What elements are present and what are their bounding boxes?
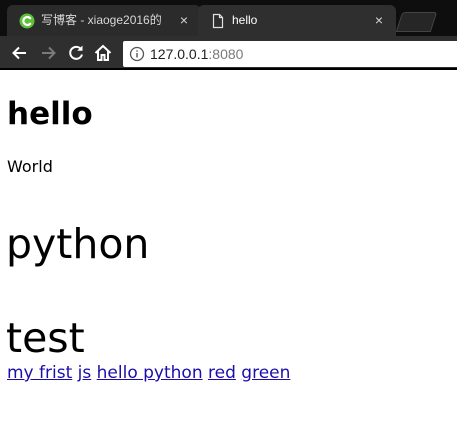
reload-button[interactable]	[65, 42, 87, 64]
tab-strip: 写博客 - xiaoge2016的 × hello ×	[0, 0, 457, 36]
forward-icon	[42, 46, 56, 60]
tab-csdn[interactable]: 写博客 - xiaoge2016的 ×	[7, 5, 201, 36]
reload-icon	[69, 45, 83, 60]
back-button[interactable]	[9, 42, 31, 64]
home-button[interactable]	[92, 42, 114, 64]
tab-title: 写博客 - xiaoge2016的	[41, 13, 162, 27]
link-hello-python[interactable]: hello python	[97, 363, 203, 383]
address-bar[interactable]: 127.0.0.1:8080	[123, 41, 457, 67]
close-icon[interactable]: ×	[177, 5, 191, 36]
tab-title: hello	[232, 13, 258, 27]
link-my-frist[interactable]: my frist	[7, 363, 72, 383]
csdn-icon	[19, 13, 35, 29]
python-text: python	[6, 220, 150, 268]
browser-toolbar: 127.0.0.1:8080	[0, 36, 457, 70]
forward-button[interactable]	[37, 42, 59, 64]
close-icon[interactable]: ×	[372, 5, 386, 36]
new-tab-button[interactable]	[395, 12, 438, 32]
page-heading: hello	[7, 96, 93, 132]
link-red[interactable]: red	[208, 363, 236, 383]
link-list: my frist js hello python red green	[7, 362, 290, 384]
tab-hello[interactable]: hello ×	[198, 5, 396, 36]
page-content: hello World python test my frist js hell…	[0, 72, 457, 448]
browser-window-chrome: 写博客 - xiaoge2016的 × hello × 127.0.0.1:80…	[0, 0, 457, 70]
home-icon	[94, 44, 112, 61]
url-port: :8080	[208, 46, 244, 62]
page-icon	[212, 13, 224, 29]
url-text: 127.0.0.1:8080	[150, 41, 243, 67]
info-icon[interactable]	[129, 46, 145, 62]
link-js[interactable]: js	[78, 363, 92, 383]
paragraph-world: World	[7, 157, 53, 176]
link-green[interactable]: green	[241, 363, 290, 383]
url-host: 127.0.0.1	[150, 46, 209, 62]
back-icon	[12, 46, 26, 60]
test-text: test	[6, 314, 85, 362]
